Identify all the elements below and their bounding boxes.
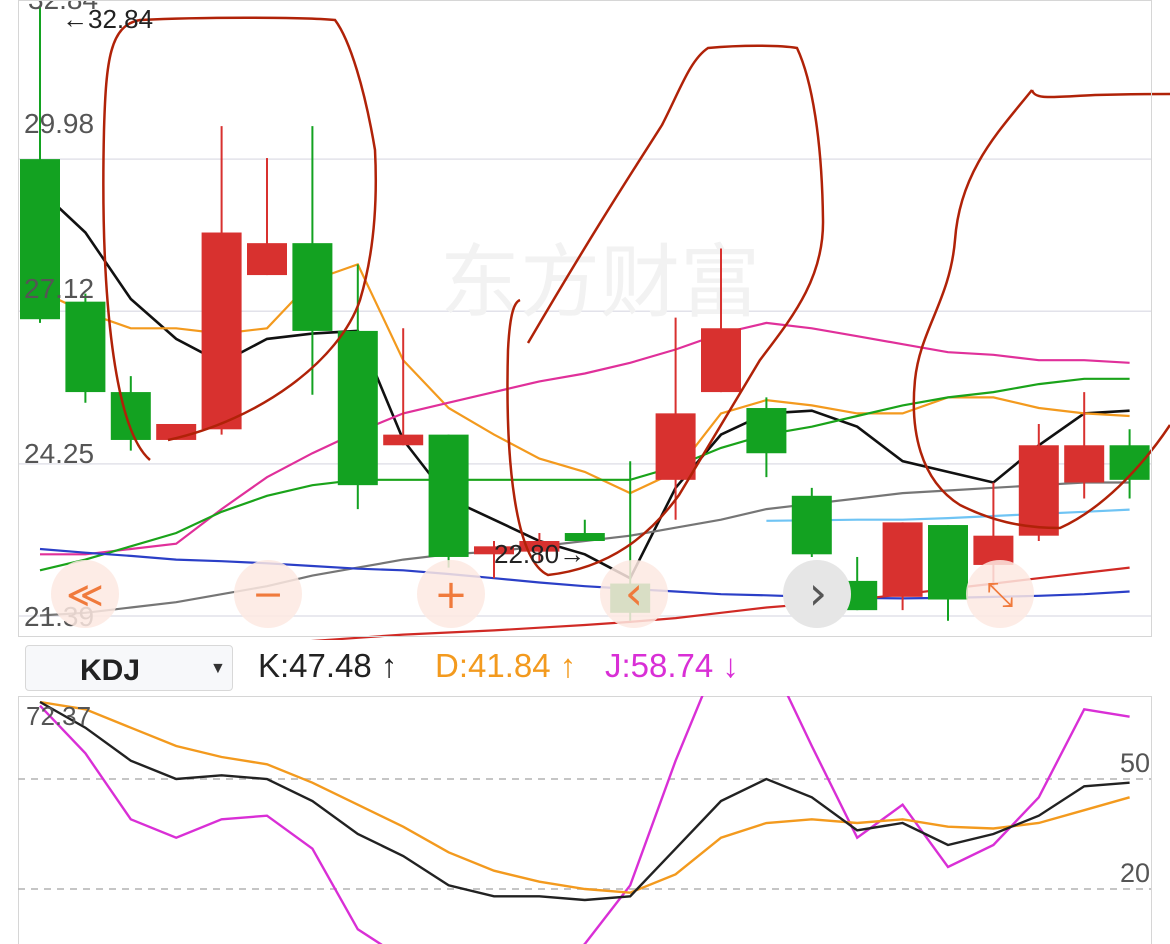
chevron-right-icon: › xyxy=(809,566,827,620)
kdj-level-label-20: 20 xyxy=(1120,858,1150,888)
nav-zoom-out-button[interactable]: − xyxy=(234,560,302,628)
kdj-line-d xyxy=(39,700,1130,894)
chevron-left-icon: ‹ xyxy=(625,566,643,620)
low-price-marker: 22.80→ xyxy=(494,539,585,569)
plus-icon: + xyxy=(434,572,468,618)
double-chevron-left-icon: ≪ xyxy=(66,575,104,616)
kdj-lines xyxy=(39,696,1130,944)
d-value: D:41.84 ↑ xyxy=(435,647,577,684)
candle-down xyxy=(337,330,378,486)
candle-down xyxy=(428,434,469,557)
nav-zoom-in-button[interactable]: + xyxy=(417,560,485,628)
y-tick-label: 29.98 xyxy=(24,108,94,139)
kdj-line-k xyxy=(39,700,1130,902)
candlestick-chart[interactable]: 东方财富 32.84 29.98 27.12 24.25 21.39 ←32.8… xyxy=(0,0,1170,640)
minus-icon: − xyxy=(252,572,284,616)
kdj-top-label: 72.37 xyxy=(26,701,91,731)
indicator-selector[interactable]: KDJ ▼ xyxy=(25,645,233,691)
candle-down xyxy=(746,408,787,454)
watermark: 东方财富 xyxy=(440,238,760,327)
candle-up xyxy=(882,522,923,597)
chevron-down-icon: ▼ xyxy=(210,660,226,677)
kdj-chart[interactable]: 72.37 50 20 xyxy=(0,696,1170,944)
candle-down xyxy=(110,392,151,440)
candle-up xyxy=(701,328,741,393)
candle-up xyxy=(1018,445,1059,536)
k-value: K:47.48 ↑ xyxy=(258,647,398,684)
kdj-chart-border xyxy=(18,696,1152,944)
candle-down xyxy=(791,495,832,555)
candle-up xyxy=(655,413,696,480)
high-price-marker: ←32.84 xyxy=(62,4,153,34)
candle-up xyxy=(247,243,287,276)
nav-rewind-button[interactable]: ≪ xyxy=(51,560,119,628)
nav-next-button[interactable]: › xyxy=(783,560,851,628)
j-value: J:58.74 ↓ xyxy=(605,647,739,684)
candle-down xyxy=(65,301,106,393)
y-tick-label: 24.25 xyxy=(24,438,94,469)
candle-up xyxy=(383,434,424,446)
expand-icon: ⤡ xyxy=(986,575,1013,615)
nav-prev-button[interactable]: ‹ xyxy=(600,560,668,628)
candle-down xyxy=(292,243,333,331)
indicator-selector-label: KDJ xyxy=(80,654,141,687)
candle-up xyxy=(201,232,242,430)
nav-fullscreen-button[interactable]: ⤡ xyxy=(966,560,1034,628)
candle-down xyxy=(928,525,968,600)
candle-up xyxy=(1064,445,1105,483)
y-tick-label: 27.12 xyxy=(24,273,94,304)
kdj-level-label-50: 50 xyxy=(1120,748,1150,778)
indicator-bar: KDJ ▼ K:47.48 ↑ D:41.84 ↑ J:58.74 ↓ xyxy=(0,640,1170,696)
kdj-line-j xyxy=(39,696,1130,944)
candle-up xyxy=(973,535,1014,565)
